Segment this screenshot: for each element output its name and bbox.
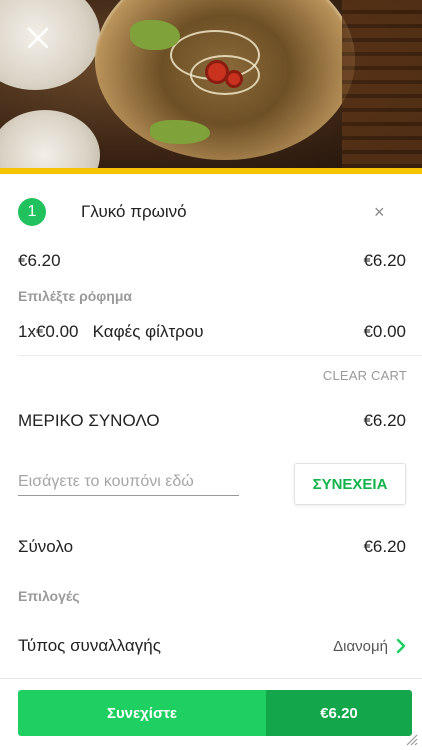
checkout-amount: €6.20 xyxy=(266,690,412,736)
wood-background xyxy=(342,0,422,168)
transaction-type-label: Τύπος συναλλαγής xyxy=(18,636,161,655)
cart-item-header: 1 Γλυκό πρωινό × xyxy=(0,190,422,234)
cart-item-name[interactable]: Γλυκό πρωινό xyxy=(81,202,187,222)
choice-details: 1x€0.00 Καφές φίλτρου xyxy=(18,322,204,342)
checkout-button[interactable]: Συνεχίστε €6.20 xyxy=(18,690,412,736)
line-total: €6.20 xyxy=(363,251,406,270)
transaction-type-row[interactable]: Τύπος συναλλαγής Διανομή xyxy=(18,634,406,658)
total-label: Σύνολο xyxy=(18,537,74,556)
subtotal-value: €6.20 xyxy=(363,411,406,430)
close-button[interactable] xyxy=(20,20,56,56)
total-row: Σύνολο €6.20 xyxy=(18,536,406,558)
herb-garnish xyxy=(150,120,210,144)
resize-grip-icon[interactable] xyxy=(404,732,418,746)
clear-cart-button[interactable]: CLEAR CART xyxy=(323,368,407,383)
choice-price: €0.00 xyxy=(363,322,406,341)
drink-choice-label: Επιλέξτε ρόφημα xyxy=(18,288,133,304)
choice-qty-price: 1x€0.00 xyxy=(18,322,79,341)
choice-row: 1x€0.00 Καφές φίλτρου €0.00 xyxy=(18,321,406,343)
close-icon xyxy=(27,27,49,49)
item-price-row: €6.20 €6.20 xyxy=(18,250,406,272)
subtotal-label: ΜΕΡΙΚΟ ΣΥΝΟΛΟ xyxy=(18,411,160,430)
unit-price: €6.20 xyxy=(18,251,61,270)
close-icon: × xyxy=(374,202,385,222)
coupon-input[interactable] xyxy=(18,468,239,496)
accent-stripe xyxy=(0,168,422,174)
hero-image xyxy=(0,0,422,168)
remove-item-button[interactable]: × xyxy=(374,202,385,222)
apply-coupon-button[interactable]: ΣΥΝΕΧΕΙΑ xyxy=(294,463,406,505)
transaction-type-selector[interactable]: Διανομή xyxy=(333,638,406,655)
options-section-label: Επιλογές xyxy=(18,588,80,604)
chevron-right-icon xyxy=(396,638,406,654)
subtotal-row: ΜΕΡΙΚΟ ΣΥΝΟΛΟ €6.20 xyxy=(18,410,406,432)
divider xyxy=(18,355,422,356)
transaction-type-value: Διανομή xyxy=(333,637,388,655)
chili-slice xyxy=(225,70,243,88)
checkout-label: Συνεχίστε xyxy=(18,690,266,736)
total-value: €6.20 xyxy=(363,537,406,556)
choice-name: Καφές φίλτρου xyxy=(92,322,204,341)
quantity-badge: 1 xyxy=(18,198,46,226)
noodle-plate-image xyxy=(0,110,100,168)
herb-garnish xyxy=(130,20,180,50)
